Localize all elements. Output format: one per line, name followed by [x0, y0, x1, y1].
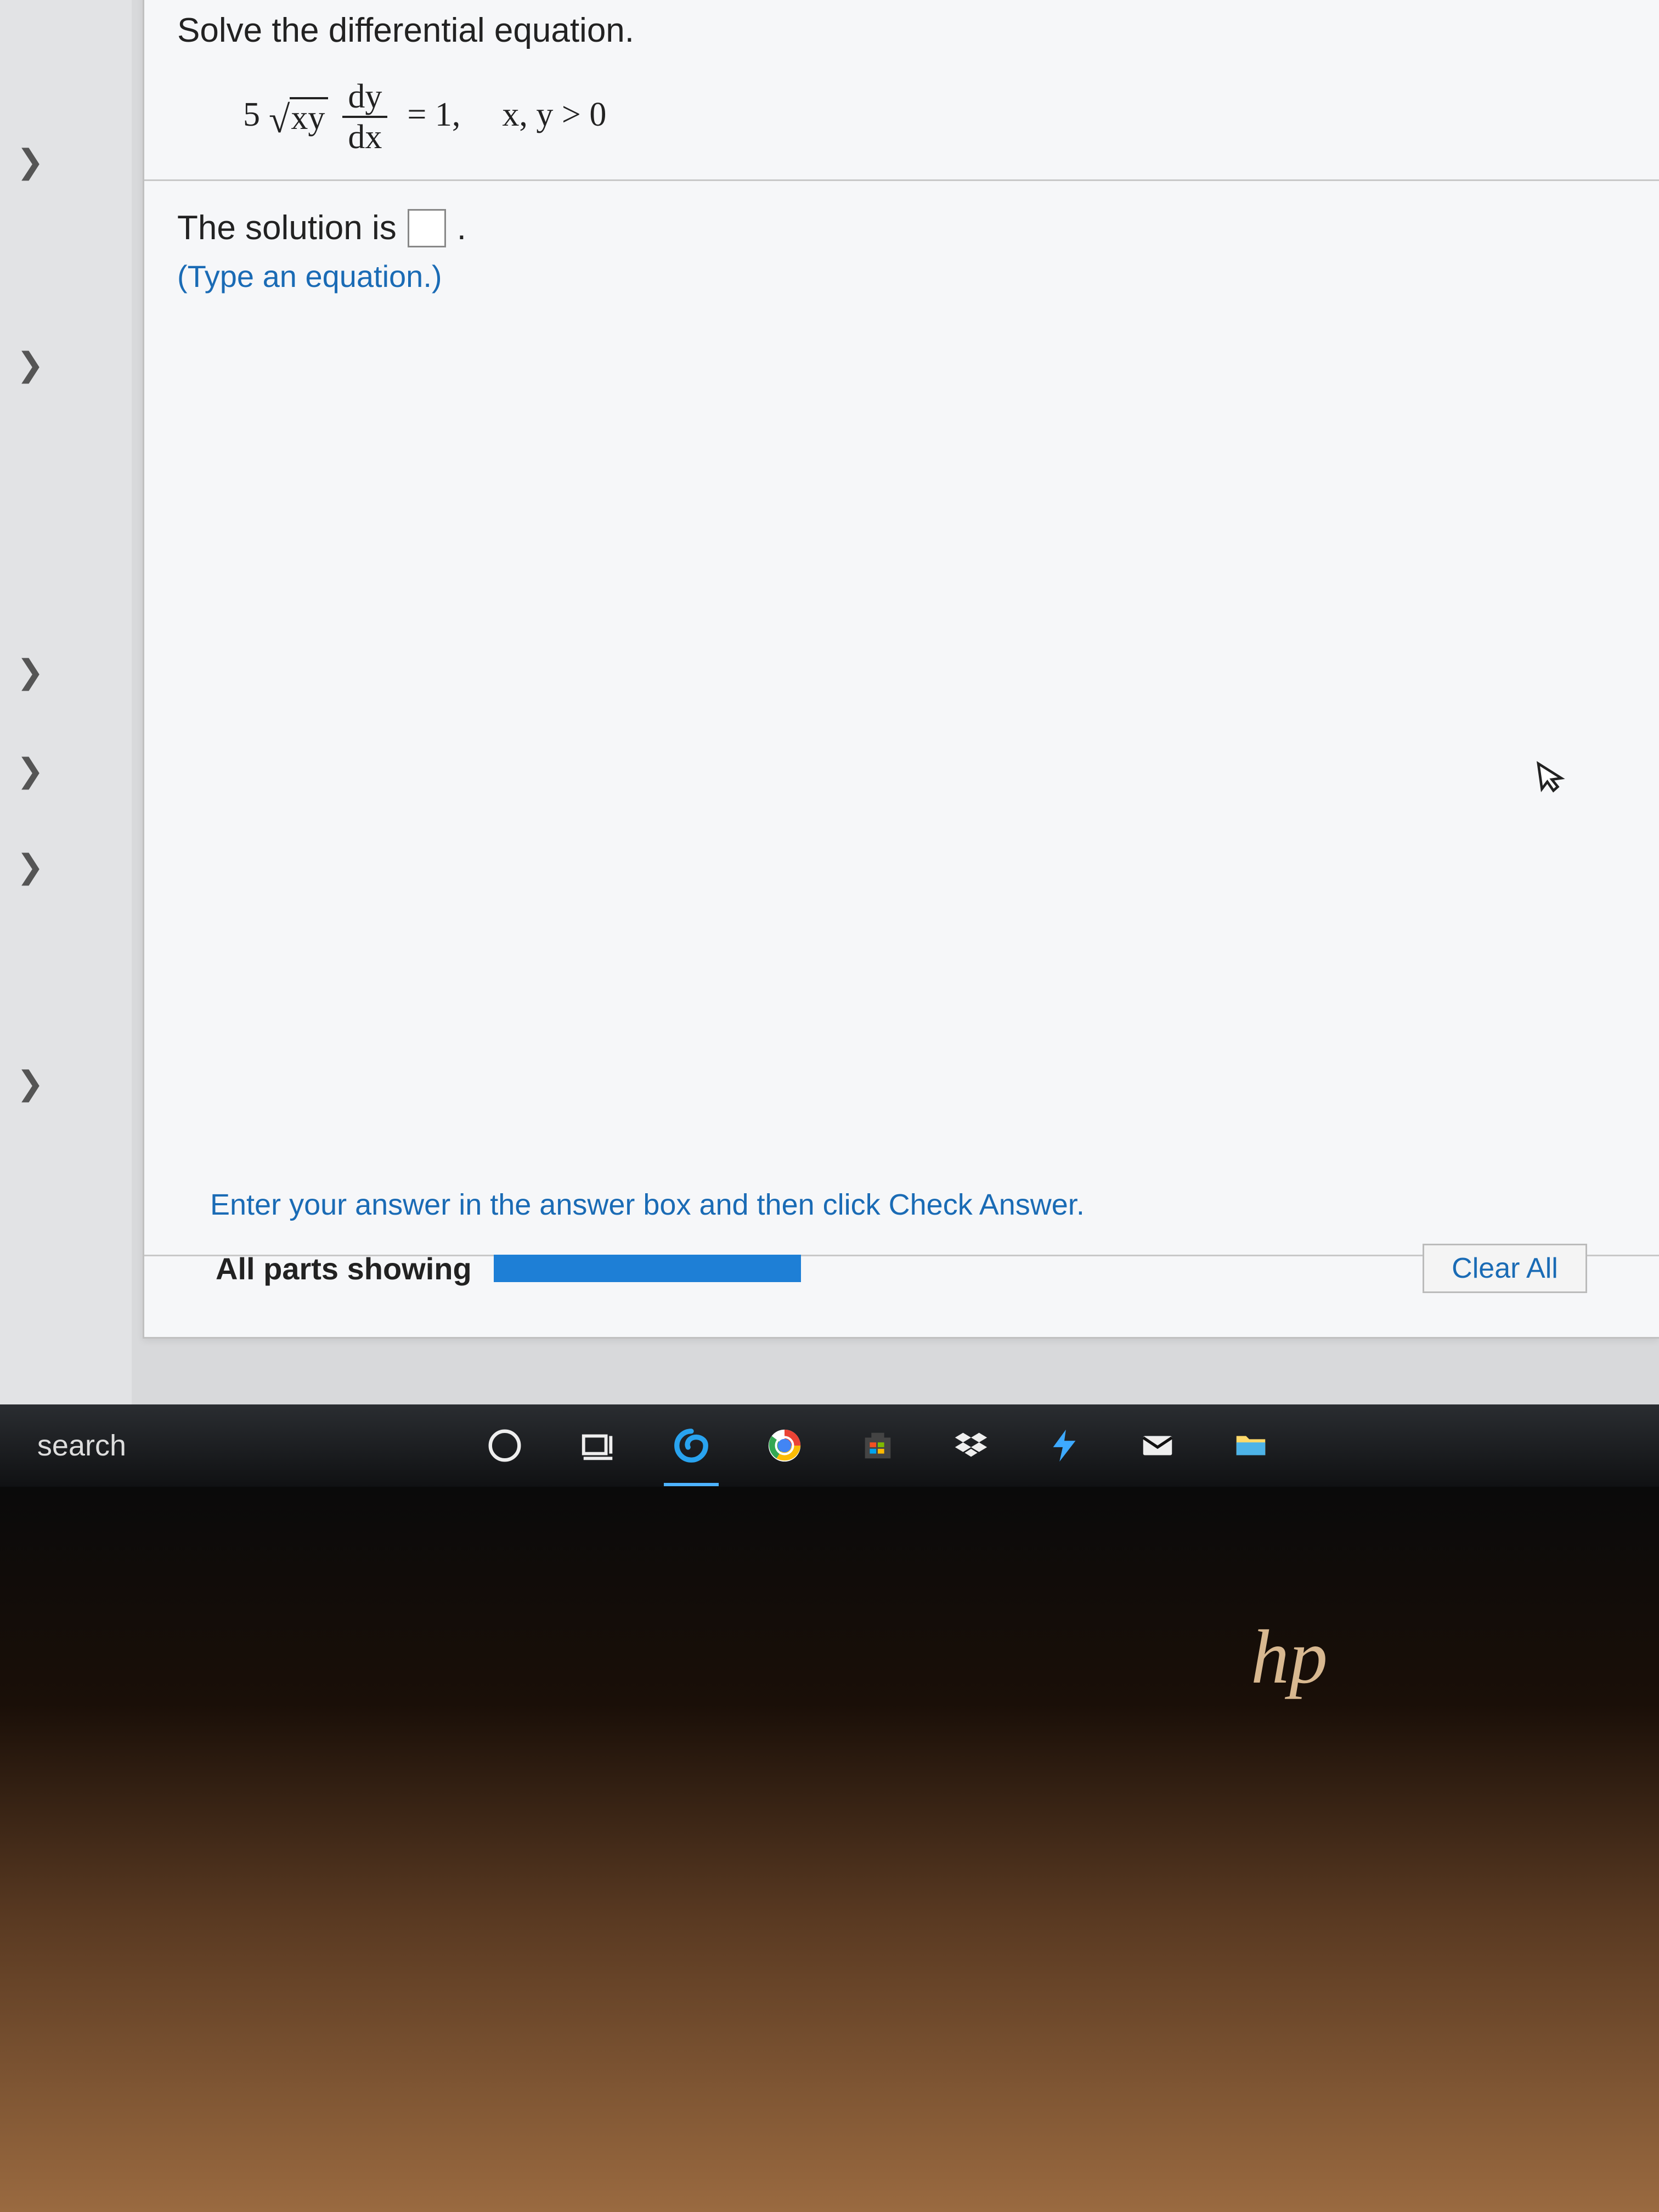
nav-chevron-icon[interactable]: ❯: [16, 346, 44, 384]
edge-browser-icon[interactable]: [669, 1424, 713, 1468]
progress-bar[interactable]: [494, 1255, 801, 1282]
answer-hint[interactable]: (Type an equation.): [177, 258, 1626, 294]
laptop-body: [0, 1487, 1659, 2212]
answer-input[interactable]: [408, 209, 446, 247]
taskbar-search-label[interactable]: search: [0, 1429, 143, 1463]
nav-chevron-icon[interactable]: ❯: [16, 1064, 44, 1103]
fraction: dy dx: [342, 80, 387, 154]
taskbar-icons: [143, 1424, 1659, 1468]
viewport: ❯ ❯ ❯ ❯ ❯ ❯ Solve the differential equat…: [0, 0, 1659, 2212]
chrome-browser-icon[interactable]: [763, 1424, 806, 1468]
file-explorer-icon[interactable]: [1229, 1424, 1273, 1468]
question-equation: 5√xy dy dx = 1, x, y > 0: [177, 77, 1626, 152]
solution-line: The solution is .: [177, 208, 1626, 247]
mail-icon[interactable]: [1136, 1424, 1180, 1468]
cursor-icon: [1530, 755, 1574, 807]
nav-chevron-icon[interactable]: ❯: [16, 653, 44, 691]
clear-all-button[interactable]: Clear All: [1423, 1244, 1587, 1293]
footer-instruction: Enter your answer in the answer box and …: [210, 1188, 1085, 1222]
microsoft-store-icon[interactable]: [856, 1424, 900, 1468]
sqrt-icon: √: [269, 99, 290, 141]
question-nav-sidebar: ❯ ❯ ❯ ❯ ❯ ❯: [0, 0, 132, 1404]
equation-rhs: = 1,: [407, 95, 460, 134]
desktop-area: ❯ ❯ ❯ ❯ ❯ ❯ Solve the differential equat…: [0, 0, 1659, 1426]
question-panel: Solve the differential equation. 5√xy dy…: [143, 0, 1659, 1339]
lightning-app-icon[interactable]: [1042, 1424, 1086, 1468]
fraction-denominator: dx: [342, 118, 387, 154]
nav-chevron-icon[interactable]: ❯: [16, 848, 44, 886]
solution-prefix: The solution is: [177, 208, 397, 247]
hp-logo: hp: [1251, 1613, 1328, 1701]
equation-condition: x, y > 0: [502, 95, 606, 134]
solution-suffix: .: [457, 208, 466, 247]
question-header: Solve the differential equation. 5√xy dy…: [144, 0, 1659, 181]
equation-coefficient: 5: [243, 95, 260, 134]
nav-chevron-icon[interactable]: ❯: [16, 752, 44, 790]
dropbox-icon[interactable]: [949, 1424, 993, 1468]
nav-chevron-icon[interactable]: ❯: [16, 143, 44, 181]
question-prompt: Solve the differential equation.: [177, 11, 1626, 50]
windows-taskbar[interactable]: search: [0, 1404, 1659, 1487]
task-view-icon[interactable]: [576, 1424, 620, 1468]
answer-area: The solution is . (Type an equation.): [144, 181, 1659, 1256]
parts-showing-label: All parts showing: [216, 1251, 472, 1286]
cortana-icon[interactable]: [483, 1424, 527, 1468]
footer-bar: All parts showing Clear All: [199, 1238, 1604, 1299]
fraction-numerator: dy: [342, 80, 387, 118]
sqrt-argument: xy: [290, 97, 328, 137]
